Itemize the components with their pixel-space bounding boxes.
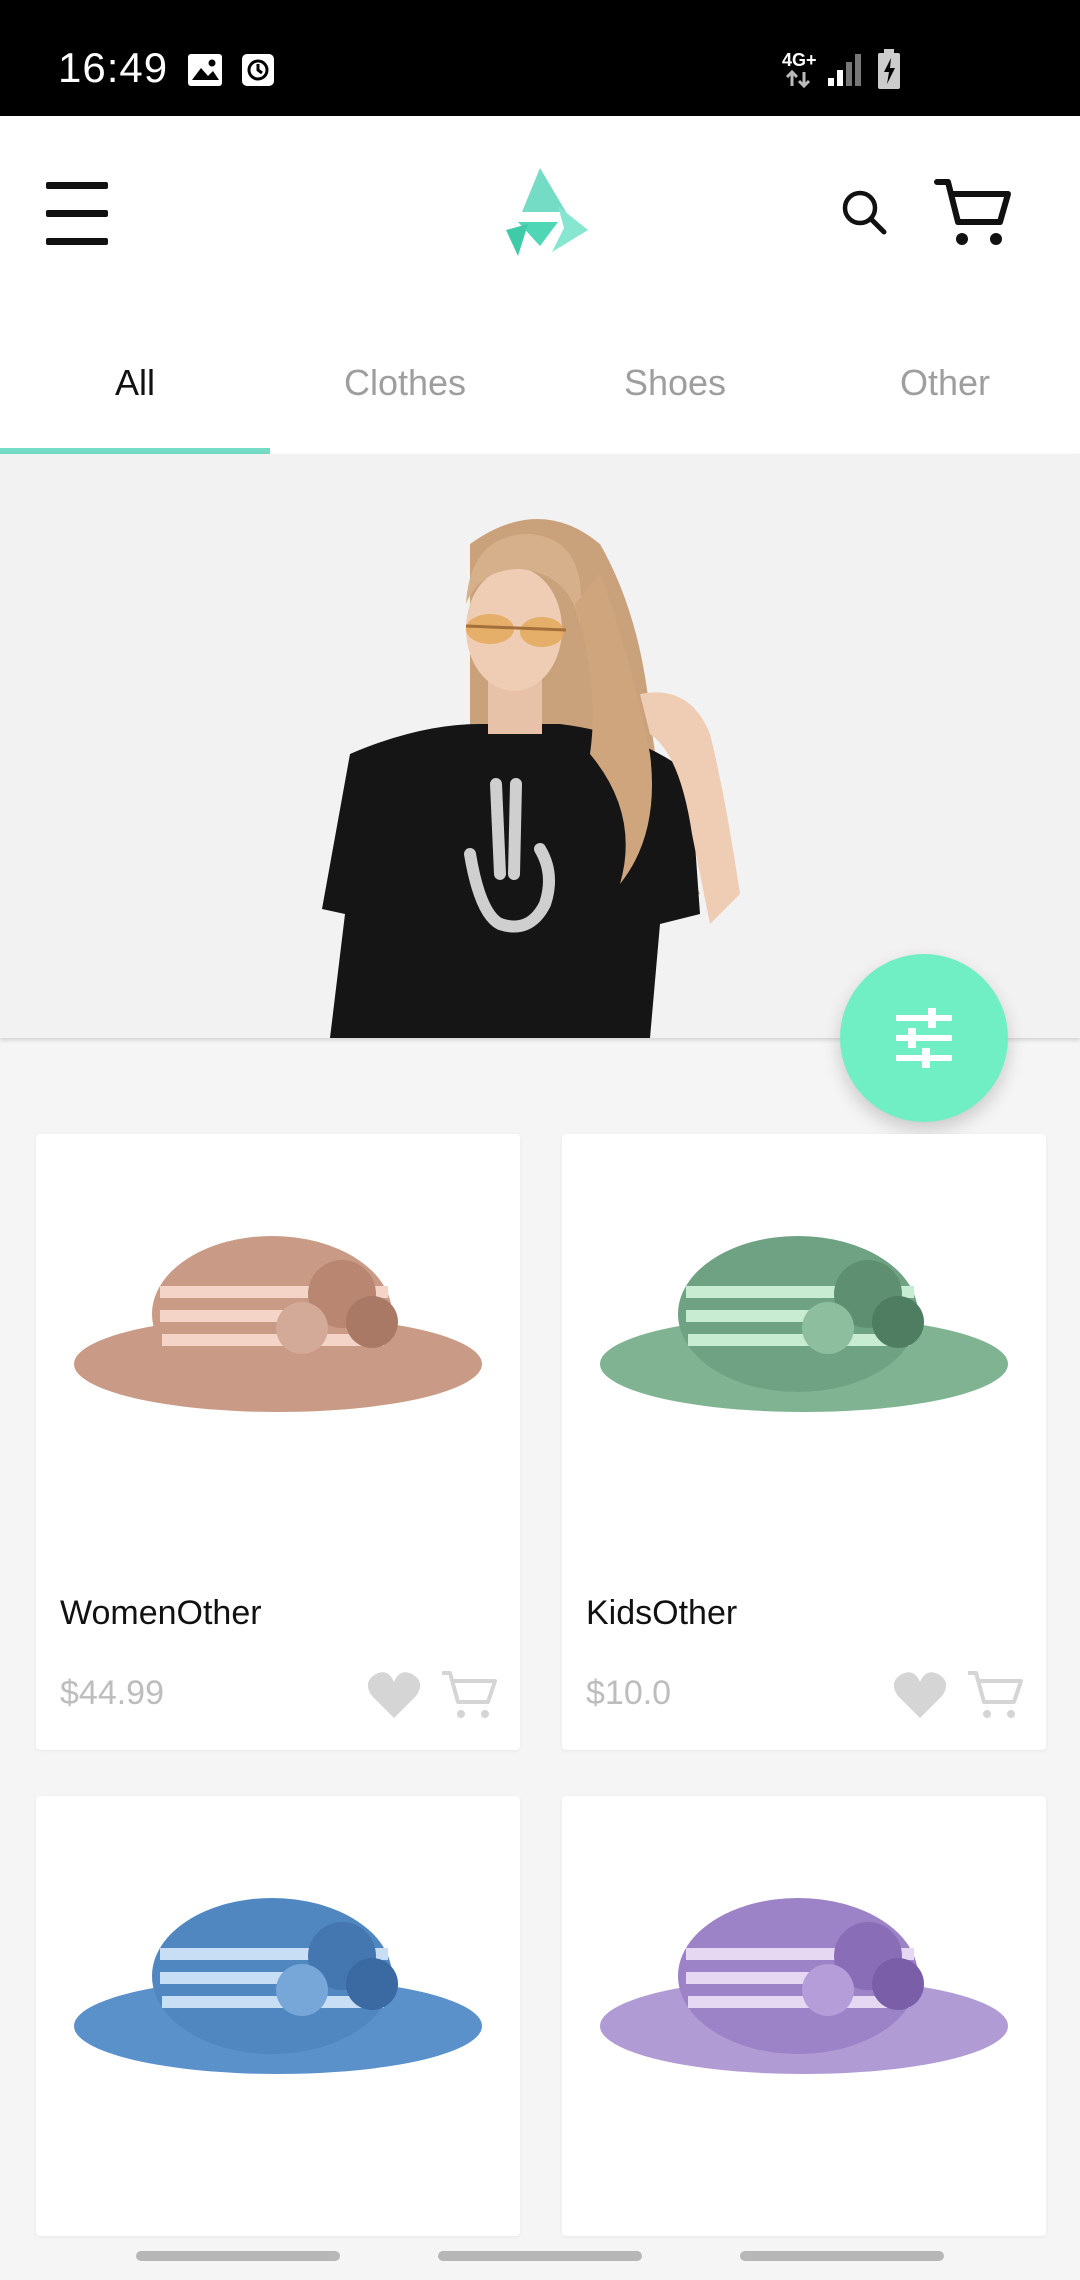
network-label: 4G+ xyxy=(782,50,817,70)
tab-other[interactable]: Other xyxy=(810,320,1080,454)
category-tabs: All Clothes Shoes Other xyxy=(0,320,1080,454)
clock-icon xyxy=(242,54,274,86)
status-time: 16:49 xyxy=(58,44,169,91)
tab-all[interactable]: All xyxy=(0,320,270,454)
product-price: $10.0 xyxy=(586,1674,672,1712)
gesture-pill xyxy=(136,2251,340,2261)
battery-charging-icon xyxy=(878,49,900,89)
add-to-cart-icon[interactable] xyxy=(966,1668,1024,1722)
product-card[interactable]: WomenOther $44.99 xyxy=(36,1134,520,1750)
product-image xyxy=(600,1898,1008,2074)
filter-button[interactable] xyxy=(840,954,1008,1122)
gesture-pill xyxy=(740,2251,944,2261)
product-image xyxy=(600,1236,1008,1412)
tab-clothes[interactable]: Clothes xyxy=(270,320,540,454)
heart-icon[interactable] xyxy=(892,1670,948,1720)
status-bar: 16:49 4G+ xyxy=(0,0,1080,116)
hero-model-image xyxy=(322,519,740,1038)
add-to-cart-icon[interactable] xyxy=(440,1668,498,1722)
hero-banner[interactable] xyxy=(0,454,1080,1038)
filter-sliders-icon xyxy=(896,1008,952,1068)
signal-icon xyxy=(828,54,861,86)
product-card[interactable] xyxy=(36,1796,520,2236)
product-name: WomenOther xyxy=(60,1594,262,1632)
search-icon[interactable] xyxy=(840,188,888,236)
hamburger-menu-icon[interactable] xyxy=(46,178,108,248)
product-card[interactable] xyxy=(562,1796,1046,2236)
gesture-pill xyxy=(438,2251,642,2261)
product-image xyxy=(74,1236,482,1412)
image-icon xyxy=(188,54,222,86)
product-name: KidsOther xyxy=(586,1594,738,1632)
heart-icon[interactable] xyxy=(366,1670,422,1720)
product-image xyxy=(74,1898,482,2074)
cart-icon[interactable] xyxy=(934,176,1012,250)
tab-shoes[interactable]: Shoes xyxy=(540,320,810,454)
data-arrows-icon xyxy=(785,70,811,88)
product-card[interactable]: KidsOther $10.0 xyxy=(562,1134,1046,1750)
brand-logo-icon[interactable] xyxy=(496,166,590,260)
product-price: $44.99 xyxy=(60,1674,164,1712)
